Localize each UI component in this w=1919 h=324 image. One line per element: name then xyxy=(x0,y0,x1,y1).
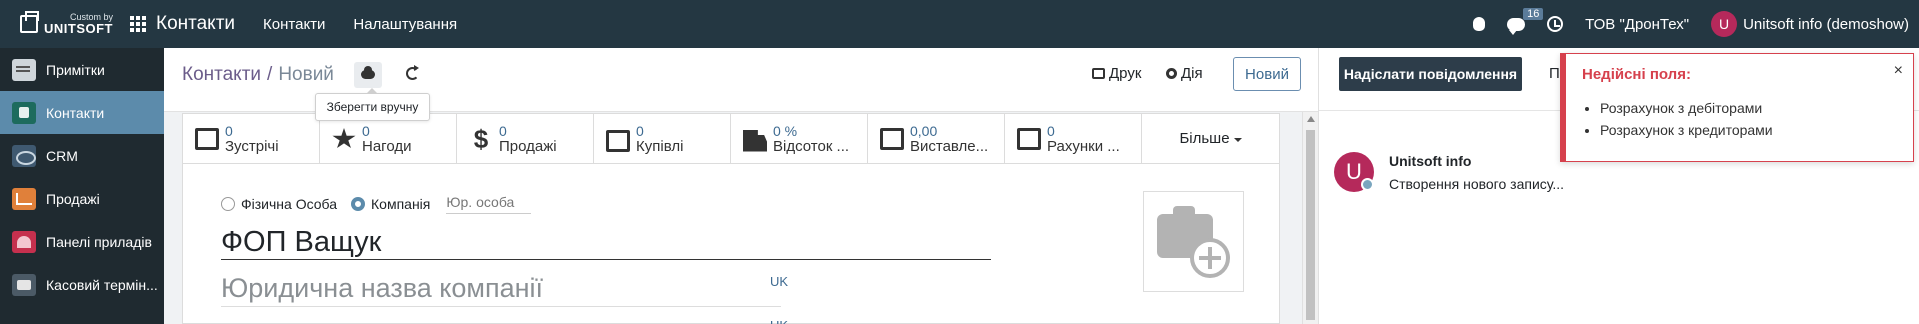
sidebar-item-sales[interactable]: Продажі xyxy=(0,177,164,220)
systray: 16 ТОВ "ДронТех" U Unitsoft info (demosh… xyxy=(1473,7,1919,37)
scrollbar-thumb[interactable] xyxy=(1306,130,1315,320)
radio-individual[interactable] xyxy=(221,197,235,211)
star-icon xyxy=(332,128,356,149)
list-item: Розрахунок з кредиторами xyxy=(1600,122,1773,138)
save-button[interactable] xyxy=(354,62,382,88)
dollar-icon: $ xyxy=(473,124,489,154)
messages-count-badge: 16 xyxy=(1523,7,1544,20)
breadcrumb-separator: / xyxy=(267,64,273,85)
form-sheet: 0 Зустрічі 0 Нагоди $ 0 Продажі 0 Купівлі 0 … xyxy=(182,113,1280,324)
messages-icon[interactable]: 16 xyxy=(1507,7,1544,35)
smart-button-purchases[interactable]: 0 Купівлі xyxy=(594,114,731,164)
sidebar-item-contacts[interactable]: Контакти xyxy=(0,91,164,134)
breadcrumb: Контакти / Новий xyxy=(182,64,334,86)
invalid-fields-notification: Недійсні поля: × Розрахунок з дебіторами… xyxy=(1560,53,1914,162)
notes-icon xyxy=(12,58,36,81)
legal-name-input[interactable]: Юридична назва компанії xyxy=(221,273,781,307)
plus-icon xyxy=(1190,238,1230,278)
debug-bug-icon[interactable] xyxy=(1473,17,1486,31)
top-menu: Контакти Налаштування xyxy=(263,16,457,33)
smart-button-sales[interactable]: $ 0 Продажі xyxy=(457,114,594,164)
breadcrumb-current: Новий xyxy=(278,64,334,85)
contacts-icon xyxy=(12,101,36,124)
calendar-icon xyxy=(195,128,219,150)
breadcrumb-parent[interactable]: Контакти xyxy=(182,64,261,86)
user-name: Unitsoft info (demoshow) xyxy=(1743,15,1909,33)
company-switcher[interactable]: ТОВ "ДронТех" xyxy=(1585,16,1689,33)
unitsoft-logo-icon xyxy=(20,11,39,33)
brand-logo[interactable]: Custom by UNITSOFT xyxy=(0,0,120,48)
list-item: Розрахунок з дебіторами xyxy=(1600,100,1773,116)
log-note-button[interactable]: П xyxy=(1549,65,1560,82)
message-body: Створення нового запису... xyxy=(1389,176,1565,192)
sidebar-item-label: Контакти xyxy=(46,104,105,121)
partner-name-input[interactable]: ФОП Ващук xyxy=(221,226,991,260)
smart-button-opportunities[interactable]: 0 Нагоди xyxy=(320,114,457,164)
action-button[interactable]: Дія xyxy=(1166,65,1203,82)
activity-clock-icon[interactable] xyxy=(1547,16,1564,32)
online-status-icon xyxy=(1361,178,1374,191)
form-scrollbar[interactable] xyxy=(1302,112,1318,324)
apps-menu-icon[interactable] xyxy=(130,16,146,32)
smart-button-meetings[interactable]: 0 Зустрічі xyxy=(183,114,320,164)
smart-button-box: 0 Зустрічі 0 Нагоди $ 0 Продажі 0 Купівлі 0 … xyxy=(183,114,1279,164)
gear-icon xyxy=(1166,68,1177,79)
radio-company-label: Компанія xyxy=(371,196,431,212)
sales-icon xyxy=(12,187,36,210)
smart-button-bills[interactable]: 0 Рахунки ... xyxy=(1005,114,1142,164)
lang-switch-2[interactable]: UK xyxy=(770,318,788,324)
caret-down-icon xyxy=(1233,137,1242,142)
sidebar-item-label: Примітки xyxy=(46,61,105,78)
user-avatar: U xyxy=(1711,11,1738,37)
printer-icon xyxy=(1092,68,1105,79)
message-author: Unitsoft info xyxy=(1389,153,1472,169)
radio-individual-label: Фізична Особа xyxy=(241,196,338,212)
more-dropdown[interactable]: Більше xyxy=(1142,114,1279,163)
sidebar-item-label: Продажі xyxy=(46,190,100,207)
edit-icon xyxy=(880,128,904,150)
sidebar-item-label: Панелі приладів xyxy=(46,233,152,250)
truck-icon xyxy=(743,129,767,152)
control-panel: Контакти / Новий Зберегти вручну Друк Ді… xyxy=(164,48,1318,121)
top-navbar: Custom by UNITSOFT Контакти Контакти Нал… xyxy=(0,0,1919,48)
menu-settings[interactable]: Налаштування xyxy=(353,16,457,33)
crm-icon xyxy=(12,144,36,167)
user-menu[interactable]: U Unitsoft info (demoshow) xyxy=(1711,11,1909,37)
invalid-fields-list: Розрахунок з дебіторами Розрахунок з кре… xyxy=(1600,100,1773,144)
notification-title: Недійсні поля: xyxy=(1582,66,1691,83)
pos-icon xyxy=(12,273,36,296)
sidebar: Примітки Контакти CRM Продажі Панелі при… xyxy=(0,48,164,324)
brand-name: UNITSOFT xyxy=(44,21,113,36)
lang-switch-1[interactable]: UK xyxy=(770,274,788,289)
legal-person-field[interactable]: Юр. особа xyxy=(446,194,532,214)
smart-button-invoiced[interactable]: 0,00 Виставле... xyxy=(868,114,1005,164)
sidebar-item-pos[interactable]: Касовий термін... xyxy=(0,263,164,306)
avatar-upload[interactable] xyxy=(1143,191,1244,292)
send-message-button[interactable]: Надіслати повідомлення xyxy=(1339,57,1522,91)
menu-contacts[interactable]: Контакти xyxy=(263,16,325,33)
discard-undo-icon[interactable] xyxy=(406,65,419,80)
close-icon[interactable]: × xyxy=(1894,62,1903,80)
print-button[interactable]: Друк xyxy=(1092,65,1141,82)
edit-icon xyxy=(1017,128,1041,150)
smart-button-on-time-rate[interactable]: 0 % Відсоток ... xyxy=(731,114,868,164)
sidebar-item-crm[interactable]: CRM xyxy=(0,134,164,177)
save-tooltip: Зберегти вручну xyxy=(315,88,430,121)
sidebar-item-label: Касовий термін... xyxy=(46,276,158,293)
cloud-upload-icon xyxy=(361,66,375,79)
company-type-selector: Фізична Особа Компанія Юр. особа xyxy=(221,194,532,214)
new-button[interactable]: Новий xyxy=(1233,57,1301,91)
credit-card-icon xyxy=(606,129,630,152)
sidebar-item-notes[interactable]: Примітки xyxy=(0,48,164,91)
sidebar-item-label: CRM xyxy=(46,147,78,164)
radio-company[interactable] xyxy=(351,197,366,211)
app-title[interactable]: Контакти xyxy=(156,13,235,35)
dashboard-icon xyxy=(12,230,36,253)
sidebar-item-dashboards[interactable]: Панелі приладів xyxy=(0,220,164,263)
